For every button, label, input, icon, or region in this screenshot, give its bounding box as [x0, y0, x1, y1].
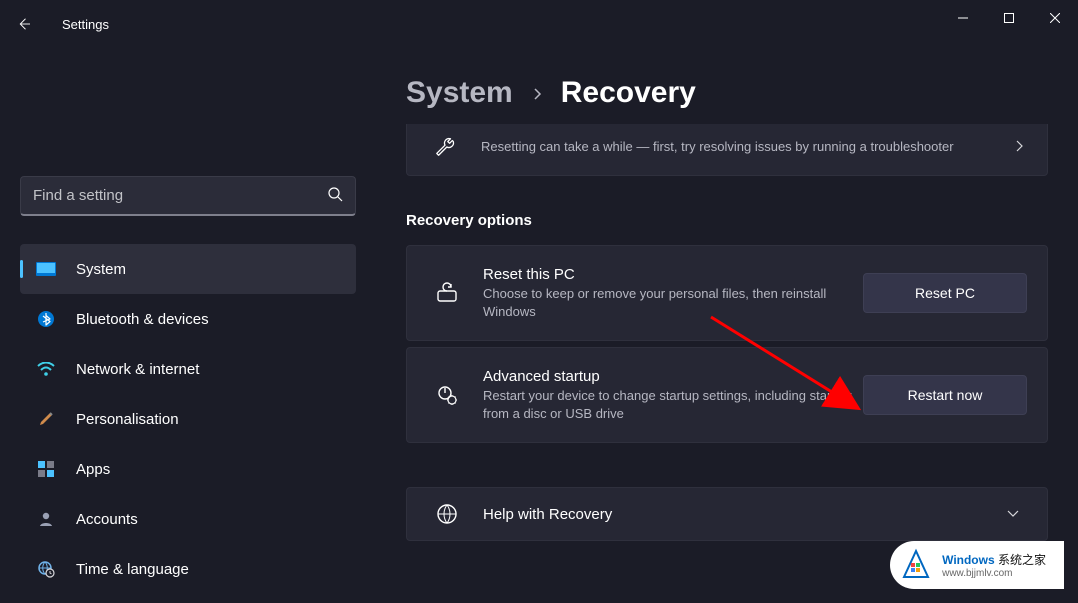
sidebar-item-label: Accounts	[76, 511, 138, 528]
breadcrumb-current: Recovery	[561, 76, 696, 110]
close-button[interactable]	[1032, 0, 1078, 36]
watermark-logo-icon	[898, 547, 934, 583]
nav-list: System Bluetooth & devices Network & int…	[20, 244, 356, 594]
chevron-right-icon	[531, 87, 543, 99]
card-reset-pc: Reset this PC Choose to keep or remove y…	[406, 245, 1048, 341]
card-help-recovery[interactable]: Help with Recovery	[406, 487, 1048, 541]
main-content: System Recovery Resetting can take a whi…	[356, 48, 1078, 603]
wrench-icon	[425, 136, 465, 158]
reset-pc-button[interactable]: Reset PC	[863, 273, 1027, 313]
card-desc: Choose to keep or remove your personal f…	[483, 285, 853, 320]
breadcrumb: System Recovery	[406, 76, 1048, 110]
sidebar-item-label: Bluetooth & devices	[76, 311, 209, 328]
card-title: Reset this PC	[483, 266, 853, 283]
person-icon	[36, 509, 56, 529]
restart-now-button[interactable]: Restart now	[863, 375, 1027, 415]
chevron-down-icon	[1007, 506, 1019, 522]
chevron-right-icon	[1013, 139, 1025, 155]
globe-clock-icon	[36, 559, 56, 579]
watermark: Windows 系统之家 www.bjjmlv.com	[890, 541, 1064, 589]
power-gear-icon	[427, 383, 467, 407]
close-icon	[1050, 13, 1060, 23]
section-title: Recovery options	[406, 212, 1048, 229]
display-icon	[36, 259, 56, 279]
sidebar-item-label: System	[76, 261, 126, 278]
watermark-url: www.bjjmlv.com	[942, 568, 1046, 579]
arrow-left-icon	[15, 15, 33, 33]
apps-icon	[36, 459, 56, 479]
sidebar-item-label: Personalisation	[76, 411, 179, 428]
sidebar-item-label: Apps	[76, 461, 110, 478]
card-title: Advanced startup	[483, 368, 853, 385]
titlebar: Settings	[0, 0, 1078, 48]
reset-pc-icon	[427, 281, 467, 305]
minimize-icon	[958, 13, 968, 23]
sidebar-item-personalisation[interactable]: Personalisation	[20, 394, 356, 444]
sidebar: System Bluetooth & devices Network & int…	[0, 48, 356, 603]
card-advanced-startup: Advanced startup Restart your device to …	[406, 347, 1048, 443]
minimize-button[interactable]	[940, 0, 986, 36]
globe-help-icon	[427, 503, 467, 525]
app-title: Settings	[62, 17, 109, 32]
watermark-title: Windows 系统之家	[942, 551, 1046, 568]
bluetooth-icon	[36, 309, 56, 329]
breadcrumb-parent[interactable]: System	[406, 76, 513, 110]
back-button[interactable]	[0, 0, 48, 48]
search-icon	[327, 186, 343, 205]
search-box[interactable]	[20, 176, 356, 216]
sidebar-item-label: Time & language	[76, 561, 189, 578]
sidebar-item-time-language[interactable]: Time & language	[20, 544, 356, 594]
maximize-icon	[1004, 13, 1014, 23]
maximize-button[interactable]	[986, 0, 1032, 36]
card-desc: Resetting can take a while — first, try …	[481, 138, 997, 156]
wifi-icon	[36, 359, 56, 379]
card-desc: Restart your device to change startup se…	[483, 387, 853, 422]
sidebar-item-accounts[interactable]: Accounts	[20, 494, 356, 544]
card-troubleshooter[interactable]: Resetting can take a while — first, try …	[406, 118, 1048, 176]
sidebar-item-apps[interactable]: Apps	[20, 444, 356, 494]
sidebar-item-bluetooth[interactable]: Bluetooth & devices	[20, 294, 356, 344]
card-title: Help with Recovery	[483, 506, 612, 523]
window-controls	[940, 0, 1078, 48]
sidebar-item-label: Network & internet	[76, 361, 199, 378]
sidebar-item-system[interactable]: System	[20, 244, 356, 294]
layout: System Bluetooth & devices Network & int…	[0, 48, 1078, 603]
button-label: Reset PC	[915, 285, 975, 301]
paintbrush-icon	[36, 409, 56, 429]
button-label: Restart now	[908, 387, 983, 403]
search-input[interactable]	[33, 187, 327, 204]
sidebar-item-network[interactable]: Network & internet	[20, 344, 356, 394]
